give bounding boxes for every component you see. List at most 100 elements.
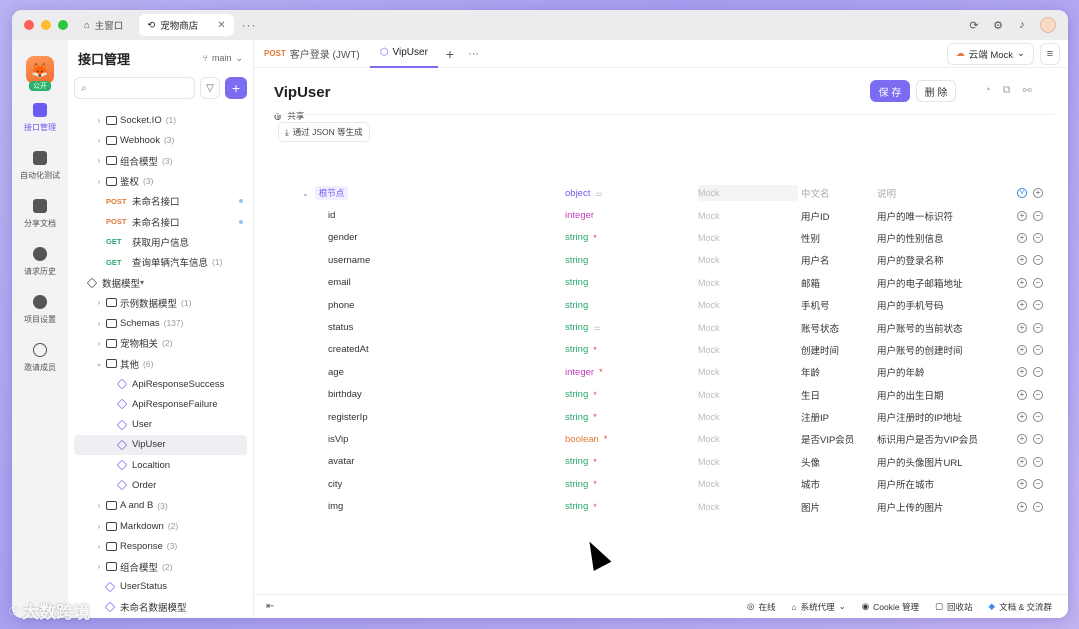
field-name[interactable]: id [328, 204, 335, 226]
field-type[interactable]: string * [565, 473, 597, 495]
bell-icon[interactable]: ♪ [1016, 19, 1028, 31]
field-cn-name[interactable]: 头像 [801, 451, 820, 473]
share-icon[interactable]: ⚯ [1023, 84, 1032, 97]
field-description[interactable]: 用户的头像图片URL [877, 451, 963, 473]
rail-item-invite[interactable]: 邀请成员 [24, 343, 56, 373]
field-mock[interactable]: Mock [698, 227, 720, 249]
tree-model-item[interactable]: Order [68, 475, 253, 495]
recycle-bin[interactable]: ▢ 回收站 [935, 601, 973, 613]
chevron-right-icon[interactable]: › [94, 522, 104, 531]
remove-field-icon[interactable]: − [1033, 389, 1043, 400]
remove-field-icon[interactable]: − [1033, 479, 1043, 490]
field-description[interactable]: 用户所在城市 [877, 473, 934, 495]
tree-api-item[interactable]: GET 获取用户信息 [68, 232, 253, 252]
field-name[interactable]: birthday [328, 384, 362, 406]
field-mock[interactable]: Mock [698, 384, 720, 406]
page-title[interactable]: VipUser [274, 84, 330, 101]
field-cn-name[interactable]: 图片 [801, 495, 820, 517]
rail-item-history[interactable]: 请求历史 [24, 247, 56, 277]
field-name[interactable]: gender [328, 227, 358, 249]
field-type[interactable]: string * [565, 451, 597, 473]
project-logo[interactable]: 🦊 [26, 56, 54, 84]
field-description[interactable]: 用户的性别信息 [877, 227, 944, 249]
tree-api-item[interactable]: POST 未命名接口 [68, 191, 253, 211]
field-type[interactable]: boolean * [565, 428, 607, 450]
remove-field-icon[interactable]: − [1033, 277, 1043, 288]
tree-model-item[interactable]: Localtion [68, 455, 253, 475]
collapse-sidebar-icon[interactable]: ⇤ [266, 601, 274, 612]
root-mock-input[interactable]: Mock [698, 185, 798, 202]
tree-section-data-models[interactable]: 数据模型 ▾ [68, 272, 253, 292]
field-mock[interactable]: Mock [698, 339, 720, 361]
tree-model-item[interactable]: User [68, 414, 253, 434]
remove-field-icon[interactable]: − [1033, 322, 1043, 333]
add-field-icon[interactable]: + [1017, 300, 1027, 311]
add-field-icon[interactable]: + [1017, 232, 1027, 243]
tree-model-item[interactable]: VipUser [74, 434, 247, 456]
field-type[interactable]: string * [565, 406, 597, 428]
tree-folder[interactable]: › 组合模型 (2) [68, 557, 253, 577]
tree-model-item[interactable]: ApiResponseSuccess [68, 374, 253, 394]
add-field-icon[interactable]: + [1017, 322, 1027, 333]
search-input[interactable]: ⌕ [74, 77, 195, 99]
tree-folder[interactable]: › Markdown (2) [68, 516, 253, 536]
field-name[interactable]: status [328, 316, 353, 338]
field-name[interactable]: registerIp [328, 406, 368, 428]
field-name[interactable]: img [328, 495, 343, 517]
enum-icon[interactable]: ⚌ [593, 323, 600, 332]
environment-selector[interactable]: ☁ 云端 Mock ⌄ [946, 42, 1034, 65]
branch-selector[interactable]: ⑂ main ⌄ [203, 53, 243, 64]
field-name[interactable]: phone [328, 294, 354, 316]
tree-folder[interactable]: › Schemas (137) [68, 313, 253, 333]
required-marker-icon[interactable]: * [593, 345, 597, 355]
tree-folder[interactable]: › Webhook (3) [68, 130, 253, 150]
add-child-icon[interactable]: + [1033, 188, 1043, 199]
required-marker-icon[interactable]: * [593, 390, 597, 400]
tab-vipuser[interactable]: ⬡ VipUser [369, 40, 438, 68]
chevron-right-icon[interactable]: › [94, 156, 104, 165]
refresh-icon[interactable]: ⟳ [968, 19, 980, 32]
menu-button[interactable]: ≡ [1040, 42, 1060, 65]
field-cn-name[interactable]: 创建时间 [801, 339, 839, 361]
caret-down-icon[interactable]: ▾ [140, 278, 144, 287]
rail-item-docs[interactable]: 分享文档 [24, 199, 56, 229]
field-description[interactable]: 用户注册时的IP地址 [877, 406, 962, 428]
window-tab-home[interactable]: ⌂ 主窗口 [76, 14, 131, 36]
field-type[interactable]: string ⚌ [565, 316, 600, 338]
field-cn-name[interactable]: 用户名 [801, 249, 830, 271]
field-cn-name[interactable]: 是否VIP会员 [801, 428, 854, 450]
field-type[interactable]: string * [565, 495, 597, 517]
field-description[interactable]: 用户的年龄 [877, 361, 925, 383]
remove-field-icon[interactable]: − [1033, 501, 1043, 512]
field-description[interactable]: 用户账号的创建时间 [877, 339, 963, 361]
field-mock[interactable]: Mock [698, 204, 720, 226]
field-description[interactable]: 用户的手机号码 [877, 294, 944, 316]
chevron-right-icon[interactable]: › [94, 298, 104, 307]
required-marker-icon[interactable]: * [599, 367, 603, 377]
remove-field-icon[interactable]: − [1033, 300, 1043, 311]
add-button[interactable]: + [225, 77, 247, 99]
required-marker-icon[interactable]: * [593, 479, 597, 489]
field-mock[interactable]: Mock [698, 316, 720, 338]
remove-field-icon[interactable]: − [1033, 434, 1043, 445]
tree-api-item[interactable]: POST 未命名接口 [68, 211, 253, 231]
field-type[interactable]: string * [565, 227, 597, 249]
required-marker-icon[interactable]: * [593, 457, 597, 467]
remove-field-icon[interactable]: − [1033, 232, 1043, 243]
field-cn-name[interactable]: 年龄 [801, 361, 820, 383]
cookie-manager[interactable]: ◉ Cookie 管理 [862, 601, 919, 613]
field-name[interactable]: email [328, 272, 351, 294]
field-name[interactable]: createdAt [328, 339, 369, 361]
user-avatar[interactable] [1040, 17, 1056, 33]
field-description[interactable]: 用户账号的当前状态 [877, 316, 963, 338]
field-cn-name[interactable]: 城市 [801, 473, 820, 495]
rail-item-api[interactable]: 接口管理 [24, 103, 56, 133]
close-tab-icon[interactable]: ✕ [217, 20, 225, 31]
chevron-right-icon[interactable]: › [94, 177, 104, 186]
field-description[interactable]: 用户的出生日期 [877, 384, 944, 406]
close-window-button[interactable] [24, 20, 34, 30]
add-field-icon[interactable]: + [1017, 389, 1027, 400]
tree-folder[interactable]: › 鉴权 (3) [68, 171, 253, 191]
field-type[interactable]: integer [565, 204, 594, 226]
field-mock[interactable]: Mock [698, 428, 720, 450]
